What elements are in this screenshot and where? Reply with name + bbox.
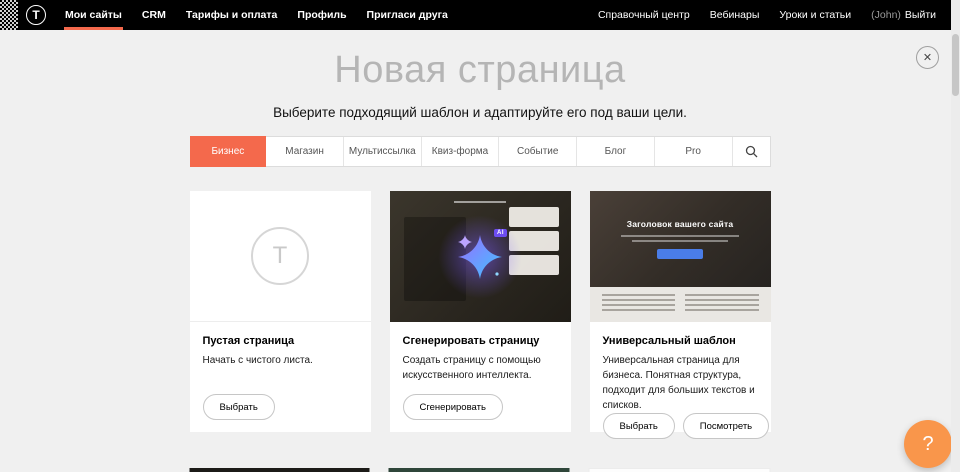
template-thumbnail[interactable]: [190, 468, 370, 472]
logout-label: Выйти: [905, 9, 936, 21]
tilda-pattern-logo-icon: [0, 0, 18, 30]
tab-quiz-form[interactable]: Квиз-форма: [422, 137, 500, 166]
template-hero-button: [657, 249, 703, 259]
template-preview: Заголовок вашего сайта: [590, 191, 771, 322]
user-name: (John): [871, 9, 901, 21]
nav-my-sites[interactable]: Мои сайты: [55, 0, 132, 30]
ai-preview: AI: [390, 191, 571, 322]
decor-text-column: [602, 294, 676, 315]
card-title: Сгенерировать страницу: [403, 335, 558, 347]
tab-event[interactable]: Событие: [499, 137, 577, 166]
decor-line: [632, 240, 728, 242]
tilda-logo-icon[interactable]: T: [26, 5, 46, 25]
ai-sparkle-icon: [452, 229, 508, 285]
nav-lessons-articles[interactable]: Уроки и статьи: [769, 0, 861, 30]
card-description: Создать страницу с помощью искусственног…: [403, 353, 558, 383]
choose-template-button[interactable]: Выбрать: [603, 413, 675, 439]
topbar-nav-left: Мои сайты CRM Тарифы и оплата Профиль Пр…: [55, 0, 458, 30]
page-title: Новая страница: [0, 49, 960, 92]
nav-plans-payment[interactable]: Тарифы и оплата: [176, 0, 288, 30]
card-universal-template: Заголовок вашего сайта Универсальный шаб…: [590, 191, 771, 432]
next-template-row: [190, 468, 771, 472]
tab-blog[interactable]: Блог: [577, 137, 655, 166]
decor-line: [621, 235, 739, 237]
tab-business[interactable]: Бизнес: [190, 136, 267, 167]
template-cards-row: T Пустая страница Начать с чистого листа…: [190, 191, 771, 432]
tab-multilink[interactable]: Мультиссылка: [344, 137, 422, 166]
template-lower-section: [590, 287, 771, 322]
template-thumbnail[interactable]: [588, 468, 770, 472]
card-title: Пустая страница: [203, 335, 358, 347]
preview-template-button[interactable]: Посмотреть: [683, 413, 769, 439]
decor-text-column: [685, 294, 759, 315]
blank-page-preview: T: [190, 191, 371, 322]
nav-crm[interactable]: CRM: [132, 0, 176, 30]
scrollbar-thumb[interactable]: [952, 34, 959, 96]
help-button[interactable]: ?: [904, 420, 952, 468]
card-blank-page: T Пустая страница Начать с чистого листа…: [190, 191, 371, 432]
template-hero: Заголовок вашего сайта: [590, 191, 771, 287]
ai-badge: AI: [494, 229, 507, 237]
template-category-tabs: Бизнес Магазин Мультиссылка Квиз-форма С…: [190, 136, 771, 167]
topbar-nav-right: Справочный центр Вебинары Уроки и статьи…: [588, 0, 946, 30]
template-thumbnail[interactable]: [389, 468, 569, 472]
card-title: Универсальный шаблон: [603, 335, 758, 347]
choose-blank-button[interactable]: Выбрать: [203, 394, 275, 420]
topbar: T Мои сайты CRM Тарифы и оплата Профиль …: [0, 0, 960, 30]
generate-button[interactable]: Сгенерировать: [403, 394, 503, 420]
page-subtitle: Выберите подходящий шаблон и адаптируйте…: [0, 105, 960, 120]
card-description: Универсальная страница для бизнеса. Поня…: [603, 353, 758, 413]
card-generate-ai: AI Сгенерировать страницу Создать страни…: [390, 191, 571, 432]
nav-help-center[interactable]: Справочный центр: [588, 0, 700, 30]
scrollbar-track: [951, 0, 960, 472]
search-icon[interactable]: [733, 137, 770, 166]
tab-shop[interactable]: Магазин: [266, 137, 344, 166]
tab-pro[interactable]: Pro: [655, 137, 733, 166]
nav-webinars[interactable]: Вебинары: [700, 0, 770, 30]
card-description: Начать с чистого листа.: [203, 353, 358, 368]
nav-logout[interactable]: (John) Выйти: [861, 0, 946, 30]
decor-line: [454, 201, 506, 203]
close-icon[interactable]: ✕: [916, 46, 939, 69]
nav-profile[interactable]: Профиль: [287, 0, 356, 30]
template-hero-heading: Заголовок вашего сайта: [627, 219, 734, 229]
nav-invite-friend[interactable]: Пригласи друга: [357, 0, 458, 30]
tilda-watermark-icon: T: [251, 227, 309, 285]
